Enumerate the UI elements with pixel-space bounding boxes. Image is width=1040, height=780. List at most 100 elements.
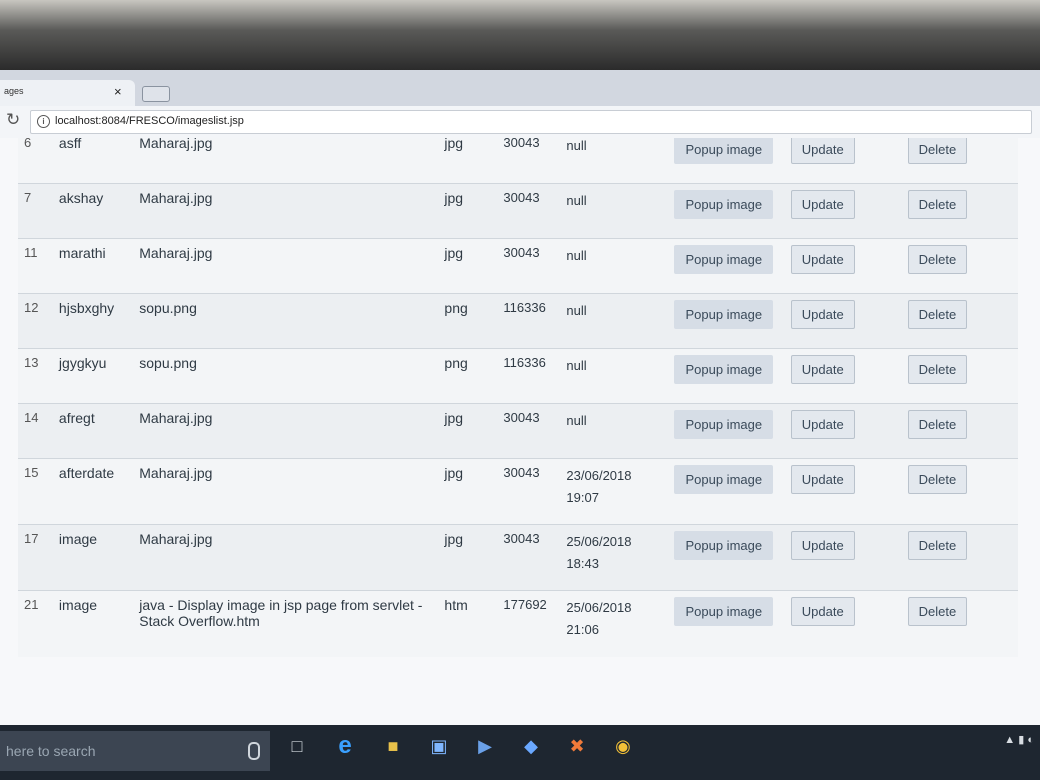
delete-button[interactable]: Delete	[907, 597, 968, 626]
update-button[interactable]: Update	[790, 245, 855, 274]
system-tray[interactable]: ▲ ▮ ◐	[1004, 733, 1034, 746]
row-date-value: 23/06/2018	[566, 468, 632, 483]
store-icon[interactable]: ▣	[428, 735, 450, 757]
row-size: 30043	[497, 238, 561, 294]
update-button[interactable]: Update	[790, 300, 855, 329]
popup-image-button-cell: Popup image	[668, 403, 785, 459]
xampp-icon[interactable]: ✖	[566, 735, 588, 757]
row-size: 116336	[497, 293, 561, 349]
update-button[interactable]: Update	[790, 355, 855, 384]
chrome-icon[interactable]: ◉	[612, 735, 634, 757]
page-content: 6 asff Maharaj.jpg jpg 30043 null Popup image U…	[0, 138, 1040, 725]
microphone-icon[interactable]	[248, 742, 260, 760]
popup-image-button[interactable]: Popup image	[674, 597, 774, 626]
row-date-value: null	[566, 413, 587, 428]
row-date-value: null	[566, 358, 587, 373]
table-row: 21 image java - Display image in jsp page …	[18, 590, 1018, 657]
row-date-value: null	[566, 138, 587, 153]
cube-app-icon[interactable]: ◆	[520, 735, 542, 757]
delete-button[interactable]: Delete	[907, 355, 968, 384]
row-date: 25/06/2018 18:43	[560, 524, 669, 591]
delete-button-cell: Delete	[901, 138, 1018, 184]
search-placeholder: here to search	[6, 743, 96, 759]
update-button[interactable]: Update	[790, 410, 855, 439]
popup-image-button-cell: Popup image	[668, 348, 785, 404]
address-bar[interactable]: i localhost:8084/FRESCO/imageslist.jsp	[30, 110, 1032, 134]
delete-button[interactable]: Delete	[907, 531, 968, 560]
row-filename: Maharaj.jpg	[133, 138, 439, 184]
popup-image-button[interactable]: Popup image	[674, 300, 774, 329]
row-date-value: 25/06/2018	[566, 600, 632, 615]
netbeans-icon[interactable]: ▶	[474, 735, 496, 757]
update-button[interactable]: Update	[790, 531, 855, 560]
delete-button-cell: Delete	[901, 458, 1018, 525]
row-filename: Maharaj.jpg	[133, 238, 439, 294]
row-extension: jpg	[438, 524, 498, 591]
update-button[interactable]: Update	[790, 190, 855, 219]
table-row: 11 marathi Maharaj.jpg jpg 30043 null Popup im…	[18, 238, 1018, 294]
row-id: 17	[18, 524, 53, 591]
browser-tab[interactable]: ages ×	[0, 80, 135, 106]
delete-button-cell: Delete	[901, 403, 1018, 459]
row-id: 15	[18, 458, 53, 525]
delete-button[interactable]: Delete	[907, 410, 968, 439]
row-id: 7	[18, 183, 53, 239]
row-size: 30043	[497, 183, 561, 239]
row-name: jgygkyu	[52, 348, 134, 404]
row-name: akshay	[52, 183, 134, 239]
popup-image-button[interactable]: Popup image	[674, 190, 774, 219]
row-filename: Maharaj.jpg	[133, 183, 439, 239]
update-button[interactable]: Update	[790, 597, 855, 626]
table-row: 6 asff Maharaj.jpg jpg 30043 null Popup image U…	[18, 138, 1018, 184]
popup-image-button-cell: Popup image	[668, 458, 785, 525]
popup-image-button[interactable]: Popup image	[674, 410, 774, 439]
new-tab-button[interactable]	[142, 86, 170, 102]
taskbar-search-box[interactable]: here to search	[0, 731, 270, 771]
update-button-cell: Update	[784, 524, 902, 591]
edge-browser-icon[interactable]: e	[334, 734, 356, 758]
row-id: 6	[18, 138, 53, 184]
row-size: 30043	[497, 403, 561, 459]
popup-image-button[interactable]: Popup image	[674, 138, 774, 164]
update-button-cell: Update	[784, 293, 902, 349]
delete-button[interactable]: Delete	[907, 245, 968, 274]
row-id: 21	[18, 590, 53, 657]
row-size: 30043	[497, 458, 561, 525]
row-name: asff	[52, 138, 134, 184]
row-date-value: 25/06/2018	[566, 534, 632, 549]
popup-image-button[interactable]: Popup image	[674, 245, 774, 274]
tab-strip: ages ×	[0, 70, 1040, 106]
table-row: 13 jgygkyu sopu.png png 116336 null Popup imag…	[18, 348, 1018, 404]
browser-window: ages × ↻ i localhost:8084/FRESCO/imagesl…	[0, 70, 1040, 725]
row-name: afterdate	[52, 458, 134, 525]
popup-image-button-cell: Popup image	[668, 590, 785, 657]
update-button-cell: Update	[784, 183, 902, 239]
row-date-value: null	[566, 193, 587, 208]
file-explorer-icon[interactable]: ■	[382, 735, 404, 757]
update-button-cell: Update	[784, 348, 902, 404]
reload-icon[interactable]: ↻	[6, 110, 20, 130]
row-name: hjsbxghy	[52, 293, 134, 349]
row-size: 30043	[497, 138, 561, 184]
site-info-icon[interactable]: i	[37, 115, 50, 128]
delete-button[interactable]: Delete	[907, 138, 968, 164]
popup-image-button[interactable]: Popup image	[674, 465, 774, 494]
task-view-icon[interactable]: □	[286, 735, 308, 757]
delete-button[interactable]: Delete	[907, 465, 968, 494]
row-id: 11	[18, 238, 53, 294]
row-filename: java - Display image in jsp page from se…	[133, 590, 439, 657]
delete-button[interactable]: Delete	[907, 300, 968, 329]
row-size: 177692	[497, 590, 561, 657]
delete-button[interactable]: Delete	[907, 190, 968, 219]
row-date: null	[560, 183, 669, 239]
row-extension: png	[438, 293, 498, 349]
update-button[interactable]: Update	[790, 138, 855, 164]
popup-image-button[interactable]: Popup image	[674, 355, 774, 384]
row-date: 25/06/2018 21:06	[560, 590, 669, 657]
update-button-cell: Update	[784, 138, 902, 184]
close-tab-icon[interactable]: ×	[114, 84, 122, 99]
update-button[interactable]: Update	[790, 465, 855, 494]
row-name: afregt	[52, 403, 134, 459]
popup-image-button[interactable]: Popup image	[674, 531, 774, 560]
table-row: 7 akshay Maharaj.jpg jpg 30043 null Popup imag…	[18, 183, 1018, 239]
